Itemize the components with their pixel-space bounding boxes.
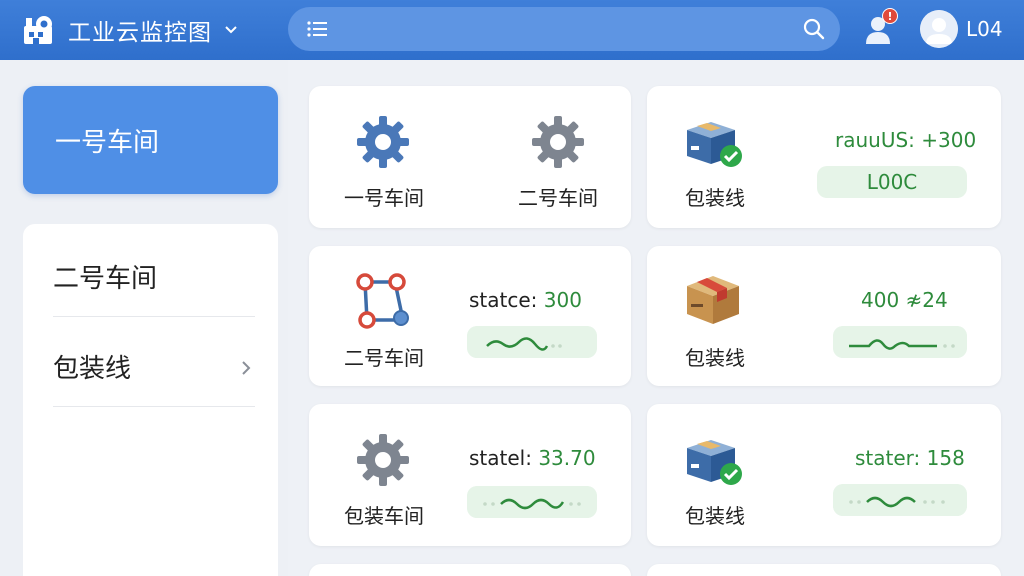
top-header: 工业云监控图 ! L04 (0, 0, 1024, 60)
avatar (920, 10, 958, 48)
gear-icon (357, 434, 409, 486)
card-label: 一号车间 (344, 186, 424, 210)
stat-key: stater: (855, 446, 921, 470)
gear-icon (357, 116, 409, 168)
stat-readout: stater: 158 (855, 446, 965, 470)
card-label: 二号车间 (344, 346, 424, 370)
node-graph-icon (356, 273, 409, 329)
packaging-card[interactable]: 包装线 400 ≉24 (647, 246, 1001, 386)
factory-gear-logo-icon (24, 16, 52, 44)
workshop-card[interactable]: 包装车间 statel: 33.70 (309, 404, 631, 546)
card-label: 二号车间 (518, 186, 598, 210)
notification-button[interactable]: ! (862, 8, 900, 48)
sparkline (833, 484, 967, 516)
stat-readout: 400 ≉24 (861, 288, 948, 312)
chevron-right-icon (242, 361, 251, 375)
sidebar-list: 二号车间 包装线 (23, 224, 278, 576)
packaging-card[interactable] (647, 564, 1001, 576)
box-icon (687, 276, 739, 324)
stat-readout: statce: 300 (469, 288, 582, 312)
sparkline (467, 326, 597, 358)
workshop-card[interactable]: 二号车间 statce: 300 (309, 246, 631, 386)
sidebar-item-workshop-1[interactable]: 一号车间 (23, 86, 278, 194)
stat-key: statel: (469, 446, 532, 470)
box-check-icon (687, 122, 742, 167)
stat-value: 300 (543, 288, 582, 312)
stat-value: 33.70 (538, 446, 596, 470)
sparkline (467, 486, 597, 518)
stat-value: 158 (926, 446, 965, 470)
sidebar-item-label: 一号车间 (55, 127, 160, 158)
packaging-card[interactable]: 包装线 rauuUS: +300 L00C (647, 86, 1001, 228)
user-name: L04 (966, 17, 1003, 41)
search-bar (288, 7, 840, 51)
packaging-card[interactable]: 包装线 stater: 158 (647, 404, 1001, 546)
sidebar-item-label: 二号车间 (53, 264, 158, 294)
card-label: 包装线 (685, 504, 745, 528)
workshop-card[interactable]: 一号车间 二号车间 (309, 86, 631, 228)
sidebar-item-packaging-line[interactable]: 包装线 (53, 327, 255, 407)
notification-badge: ! (882, 8, 898, 24)
app-title: 工业云监控图 (68, 20, 212, 46)
stat-key: statce: (469, 288, 538, 312)
card-label: 包装线 (685, 186, 745, 210)
list-menu-icon[interactable] (306, 19, 328, 39)
app-switcher[interactable]: 工业云监控图 (20, 0, 238, 60)
stat-value: 400 ≉24 (861, 288, 948, 312)
box-check-icon (687, 440, 742, 485)
sparkline (833, 326, 967, 358)
stat-key: rauuUS: (835, 128, 915, 152)
gear-icon (532, 116, 584, 168)
chevron-down-icon (225, 26, 237, 34)
status-badge: L00C (817, 166, 967, 198)
search-input[interactable] (338, 7, 778, 51)
workshop-card[interactable] (309, 564, 631, 576)
card-label: 包装车间 (344, 504, 424, 528)
stat-value: +300 (921, 128, 977, 152)
user-avatar-icon (920, 10, 958, 48)
user-menu[interactable]: L04 (920, 9, 1003, 49)
search-icon[interactable] (802, 17, 826, 41)
sidebar-item-label: 包装线 (53, 354, 132, 384)
sidebar-item-workshop-2[interactable]: 二号车间 (53, 237, 255, 317)
stat-readout: rauuUS: +300 (835, 128, 976, 152)
card-label: 包装线 (685, 346, 745, 370)
stat-readout: statel: 33.70 (469, 446, 596, 470)
